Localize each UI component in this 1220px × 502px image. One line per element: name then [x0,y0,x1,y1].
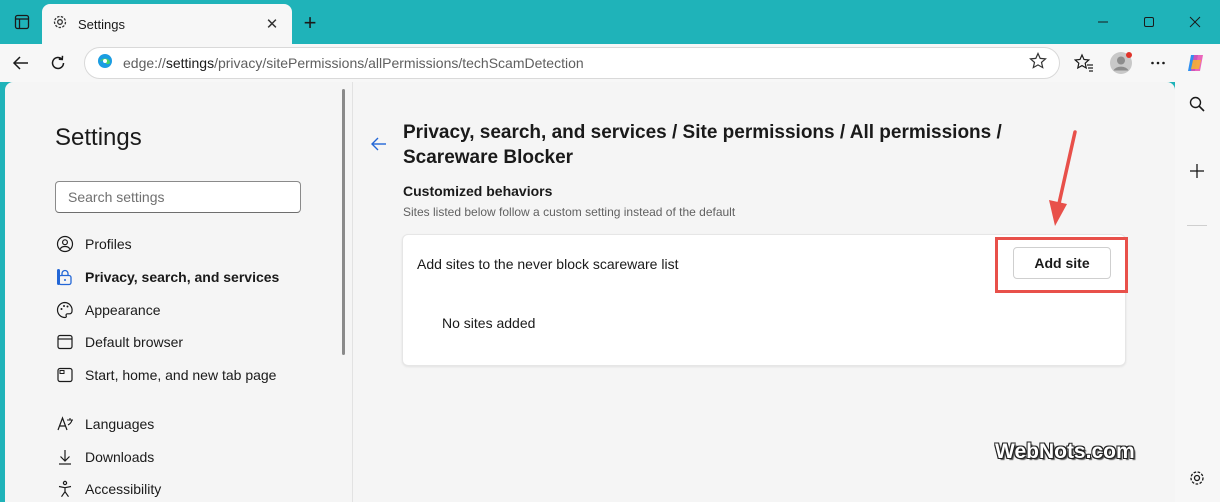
back-arrow-icon[interactable] [367,132,391,156]
home-icon [55,365,75,385]
maximize-button[interactable] [1126,6,1172,38]
settings-main-pane: Privacy, search, and services / Site per… [353,82,1175,502]
sidebar-item-profiles[interactable]: Profiles [55,229,132,259]
address-bar[interactable]: edge://settings/privacy/sitePermissions/… [84,47,1060,79]
languages-icon [55,414,75,434]
avatar[interactable] [1107,49,1135,77]
gear-icon [52,14,68,35]
annotation-highlight-box [995,237,1128,293]
more-options-icon[interactable] [1144,49,1172,77]
gear-icon[interactable] [1183,464,1211,492]
search-input[interactable]: Search settings [55,181,301,213]
section-subtitle: Sites listed below follow a custom setti… [403,205,736,219]
copilot-icon[interactable] [1182,49,1210,77]
add-icon[interactable] [1183,157,1211,185]
sidebar-item-appearance[interactable]: Appearance [55,295,161,325]
never-block-card: Add sites to the never block scareware l… [402,234,1128,366]
empty-state-text: No sites added [442,315,536,331]
profile-icon [55,234,75,254]
window-close-button[interactable] [1172,6,1218,38]
sidebar-item-default-browser[interactable]: Default browser [55,327,183,357]
tab-actions-icon[interactable] [10,11,34,33]
search-icon[interactable] [1183,90,1211,118]
lock-icon [55,267,75,287]
favorites-icon[interactable] [1070,49,1098,77]
watermark: WebNots.com [995,440,1135,463]
settings-page: Settings Search settings Profiles Privac… [5,82,1175,502]
sidebar-item-accessibility[interactable]: Accessibility [55,474,161,502]
sidebar-item-privacy[interactable]: Privacy, search, and services [55,262,279,292]
tab-title: Settings [78,16,125,32]
settings-nav-pane: Settings Search settings Profiles Privac… [5,82,350,502]
minimize-button[interactable] [1080,6,1126,38]
title-bar: Settings ✕ + [0,0,1220,44]
sidebar-item-start-home[interactable]: Start, home, and new tab page [55,360,276,390]
section-title: Customized behaviors [403,183,553,199]
annotation-arrow-icon [1049,130,1077,226]
edge-sidebar [1175,82,1220,502]
new-tab-button[interactable]: + [298,10,322,35]
browser-toolbar: edge://settings/privacy/sitePermissions/… [0,44,1220,82]
refresh-button[interactable] [44,49,72,77]
edge-logo-icon [97,53,113,74]
page-title: Settings [55,124,142,151]
sidebar-separator [1187,225,1207,226]
close-icon[interactable]: ✕ [262,14,282,34]
url-text: edge://settings/privacy/sitePermissions/… [123,55,584,71]
tab-settings[interactable]: Settings ✕ [42,4,292,44]
palette-icon [55,300,75,320]
browser-icon [55,332,75,352]
breadcrumb: Privacy, search, and services / Site per… [403,122,1002,168]
star-icon[interactable] [1029,51,1047,75]
sidebar-item-downloads[interactable]: Downloads [55,442,154,472]
scrollbar[interactable] [342,89,345,355]
sidebar-item-languages[interactable]: Languages [55,409,154,439]
accessibility-icon [55,479,75,499]
card-label: Add sites to the never block scareware l… [417,256,679,272]
download-icon [55,447,75,467]
back-button[interactable] [7,49,35,77]
